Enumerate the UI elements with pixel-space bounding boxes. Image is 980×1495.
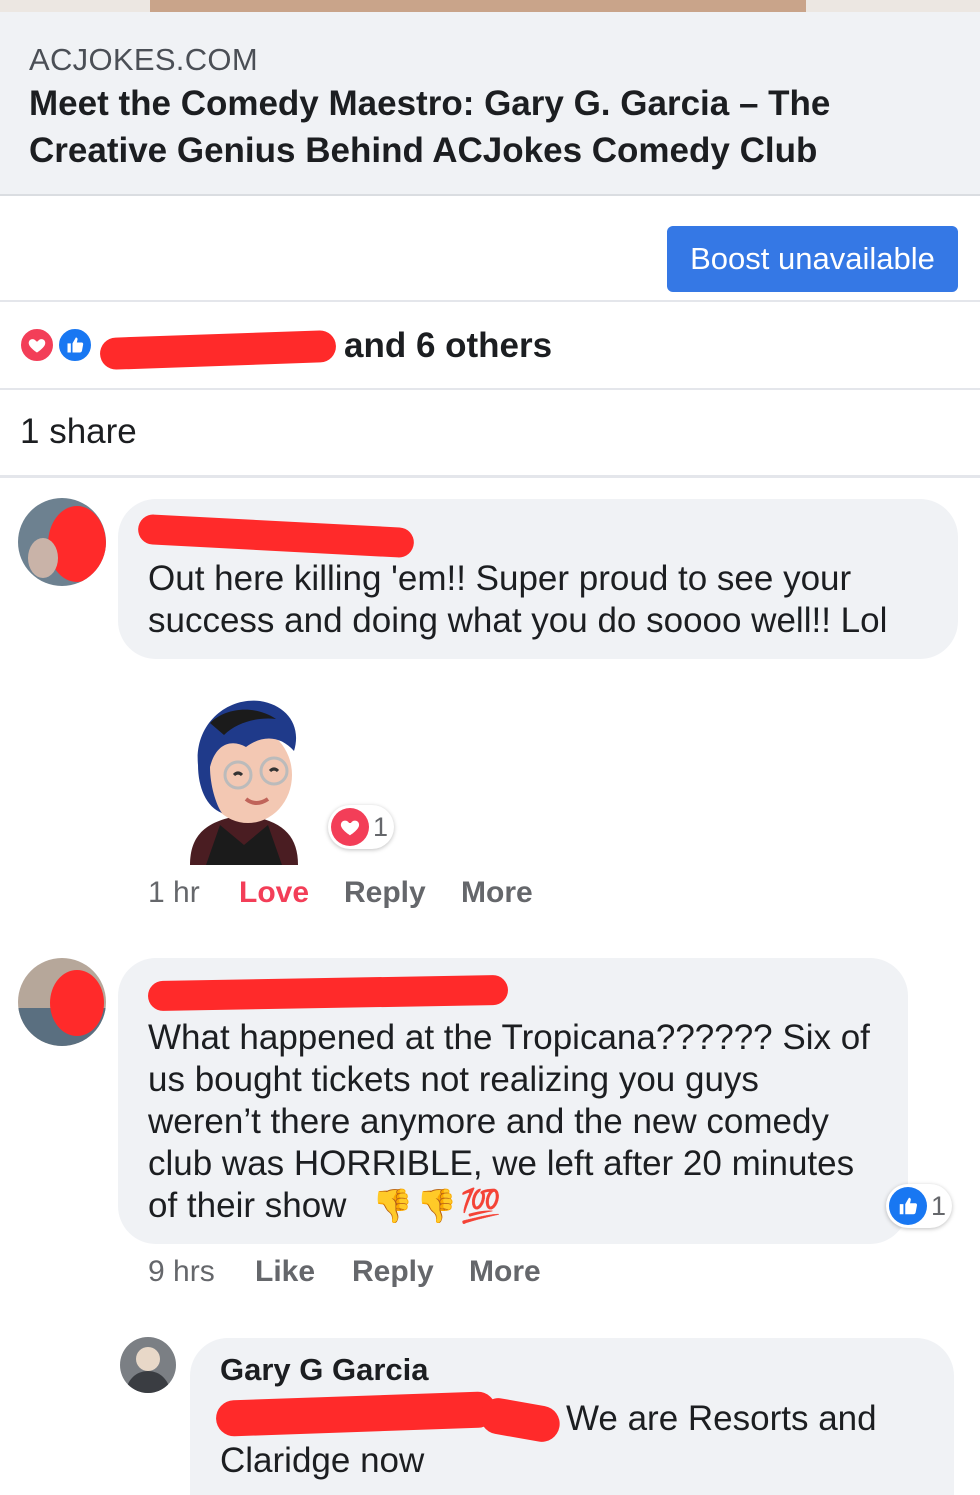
more-button[interactable]: More (461, 876, 533, 910)
redacted-mention (477, 1395, 563, 1445)
comment-text-line: us bought tickets not realizing you guys (148, 1060, 759, 1099)
link-preview-image-crop (150, 0, 806, 12)
reactions-summary-text: and 6 others (344, 326, 553, 365)
shares-row[interactable]: 1 share (0, 390, 980, 478)
avatar[interactable] (18, 958, 106, 1046)
reply-button[interactable]: Reply (352, 1255, 434, 1289)
like-button[interactable]: Like (255, 1255, 315, 1289)
avatar-sticker[interactable] (176, 695, 312, 865)
redacted-author-name (137, 513, 415, 559)
comment-actions: 1 hr Love Reply More (148, 876, 648, 916)
avatar[interactable] (18, 498, 106, 586)
comment-timestamp: 9 hrs (148, 1255, 215, 1288)
thumbs-down-emoji: 👎 (416, 1187, 458, 1224)
like-icon (889, 1187, 927, 1225)
comment-text-line: What happened at the Tropicana?????? Six… (148, 1018, 870, 1057)
comment-reaction-count[interactable]: 1 (886, 1184, 953, 1228)
love-icon (331, 808, 369, 846)
comment-text-line: of their show (148, 1186, 347, 1225)
redacted-mention (215, 1391, 497, 1437)
reply-button[interactable]: Reply (344, 876, 426, 910)
avatar[interactable] (120, 1337, 176, 1393)
reply-bubble[interactable]: Gary G Garcia We are Resorts and Claridg… (190, 1338, 954, 1495)
link-preview-card[interactable]: ACJOKES.COM Meet the Comedy Maestro: Gar… (0, 12, 980, 196)
love-icon (18, 326, 56, 364)
like-icon (56, 326, 94, 364)
boost-row: Boost unavailable (0, 198, 980, 302)
emoji-row: 👎 👎 💯 (372, 1187, 512, 1229)
more-button[interactable]: More (469, 1255, 541, 1289)
link-preview-image[interactable] (0, 0, 980, 12)
comment-text: We are Resorts and (566, 1399, 877, 1438)
comment-bubble[interactable]: What happened at the Tropicana?????? Six… (118, 958, 908, 1244)
hundred-points-emoji: 💯 (460, 1187, 502, 1224)
comment-author[interactable]: Gary G Garcia (220, 1352, 429, 1388)
comment-text: Out here killing 'em!! Super proud to se… (148, 559, 888, 640)
comment-text-line: club was HORRIBLE, we left after 20 minu… (148, 1144, 855, 1183)
comment-text-line: weren’t there anymore and the new comedy (148, 1102, 829, 1141)
comment-text: Claridge now (220, 1441, 425, 1480)
comment-timestamp: 1 hr (148, 876, 200, 909)
link-domain: ACJOKES.COM (29, 42, 258, 77)
share-count: 1 share (20, 412, 137, 451)
redacted-names (99, 329, 337, 371)
comment-bubble[interactable]: Out here killing 'em!! Super proud to se… (118, 499, 958, 659)
boost-button[interactable]: Boost unavailable (667, 226, 958, 292)
reactions-summary[interactable]: and 6 others (0, 304, 980, 390)
link-title[interactable]: Meet the Comedy Maestro: Gary G. Garcia … (29, 80, 929, 174)
comment-actions: 9 hrs Like Reply More (148, 1255, 648, 1295)
love-button[interactable]: Love (239, 876, 309, 910)
redacted-avatar (48, 506, 106, 582)
redacted-author-name (147, 974, 509, 1012)
reaction-count: 1 (373, 811, 389, 842)
avatar-body (126, 1371, 170, 1393)
thumbs-down-emoji: 👎 (372, 1187, 414, 1224)
comment-reaction-count[interactable]: 1 (328, 805, 395, 849)
reaction-count: 1 (931, 1190, 947, 1221)
redacted-avatar (50, 970, 104, 1036)
avatar-face (136, 1347, 160, 1371)
avatar-face (28, 538, 58, 578)
